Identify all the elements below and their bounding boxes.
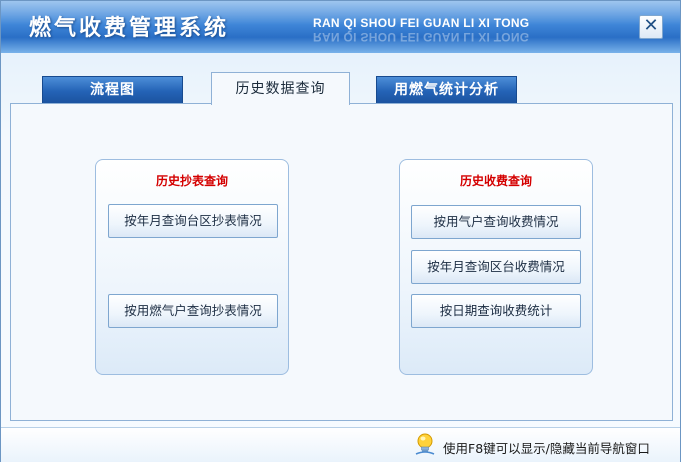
query-meter-by-month-button[interactable]: 按年月查询台区抄表情况 [108,204,278,238]
close-button[interactable]: ✕ [639,15,663,39]
lightbulb-icon [415,433,435,455]
tab-content-panel: 历史抄表查询 按年月查询台区抄表情况 按用燃气户查询抄表情况 历史收费查询 按用… [10,103,673,421]
query-billing-by-customer-button[interactable]: 按用气户查询收费情况 [411,205,581,239]
tab-usage-analysis[interactable]: 用燃气统计分析 [376,76,517,103]
app-subtitle-reflection: RAN QI SHOU FEI GUAN LI XI TONG [313,30,530,44]
query-billing-by-date-button[interactable]: 按日期查询收费统计 [411,294,581,328]
status-hint: 使用F8键可以显示/隐藏当前导航窗口 [443,441,650,456]
tab-history-query[interactable]: 历史数据查询 [211,72,350,105]
group-billing-history: 历史收费查询 按用气户查询收费情况 按年月查询区台收费情况 按日期查询收费统计 [399,159,593,375]
app-title: 燃气收费管理系统 [29,16,230,41]
tab-flowchart[interactable]: 流程图 [42,76,183,103]
group-title-billing-history: 历史收费查询 [459,174,532,188]
query-meter-by-customer-button[interactable]: 按用燃气户查询抄表情况 [108,294,278,328]
app-subtitle: RAN QI SHOU FEI GUAN LI XI TONG [313,16,530,30]
app-window: 燃气收费管理系统 RAN QI SHOU FEI GUAN LI XI TONG… [0,0,681,462]
query-billing-by-month-button[interactable]: 按年月查询区台收费情况 [411,250,581,284]
group-title-meter-history: 历史抄表查询 [155,174,228,188]
title-bar: 燃气收费管理系统 RAN QI SHOU FEI GUAN LI XI TONG… [1,1,680,53]
group-meter-history: 历史抄表查询 按年月查询台区抄表情况 按用燃气户查询抄表情况 [95,159,289,375]
